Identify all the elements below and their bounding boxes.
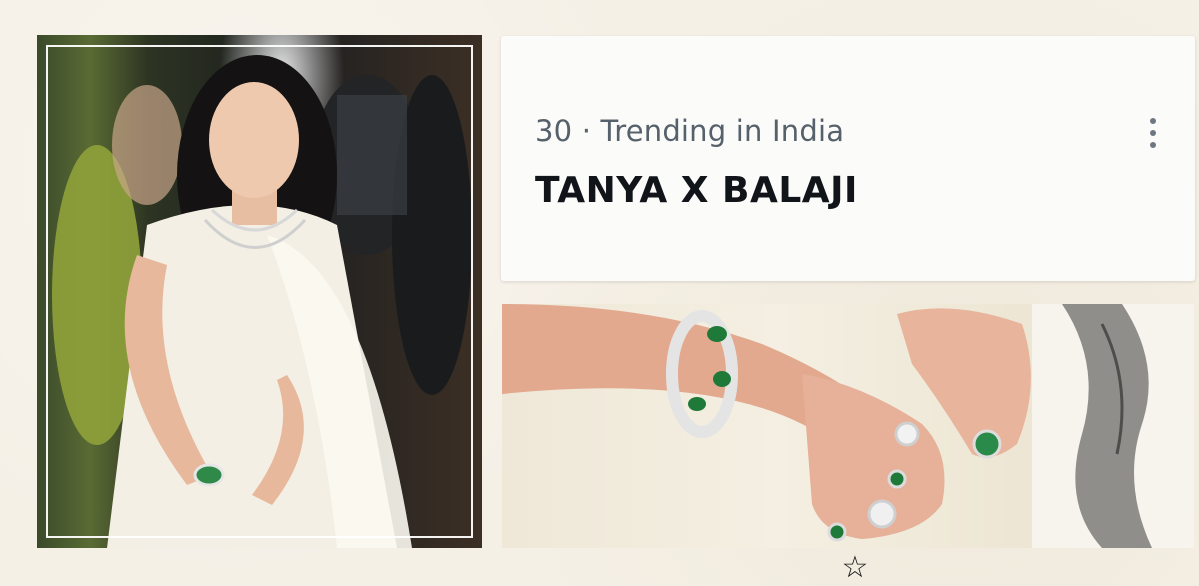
- trending-title[interactable]: TANYA X BALAJI: [535, 170, 858, 211]
- more-vertical-icon[interactable]: [1145, 118, 1161, 154]
- portrait-photo[interactable]: [37, 35, 482, 548]
- star-icon[interactable]: ☆: [838, 552, 872, 584]
- hands-jewelry-photo[interactable]: [502, 304, 1194, 548]
- portrait-illustration: [52, 55, 472, 548]
- trending-meta: 30 · Trending in India: [535, 114, 845, 148]
- trending-card[interactable]: 30 · Trending in India TANYA X BALAJI: [501, 36, 1195, 281]
- hands-illustration: [502, 304, 1194, 548]
